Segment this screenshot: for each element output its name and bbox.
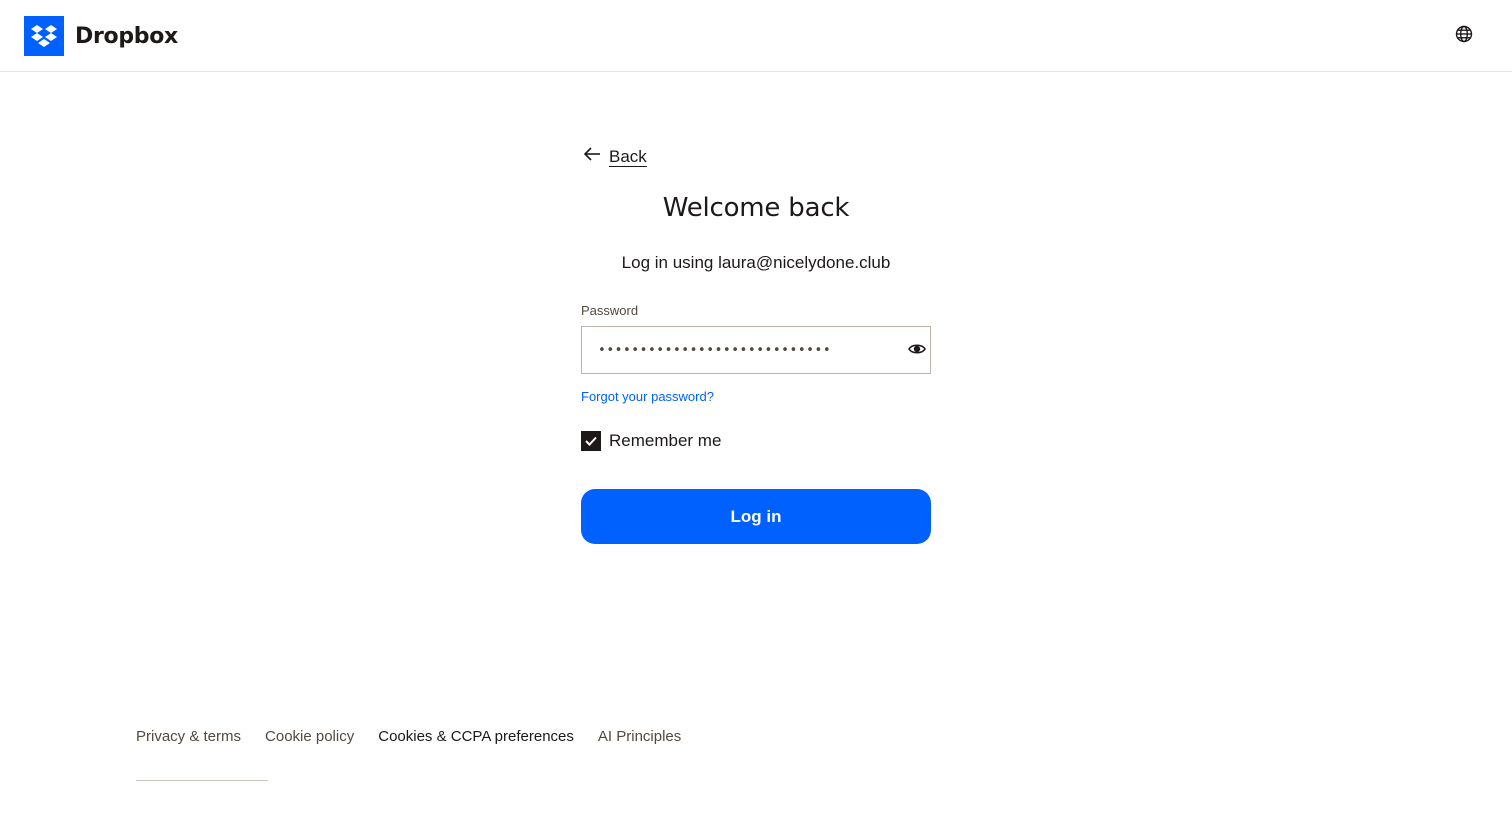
remember-me-checkbox[interactable] [581,431,601,451]
footer-link-cookies-ccpa[interactable]: Cookies & CCPA preferences [378,728,574,745]
footer-link-cookie-policy[interactable]: Cookie policy [265,728,354,745]
dropbox-logo-icon [24,16,64,56]
login-button[interactable]: Log in [581,489,931,544]
footer-link-privacy-terms[interactable]: Privacy & terms [136,728,241,745]
dropbox-logo-link[interactable]: Dropbox [24,16,178,56]
footer-links: Privacy & terms Cookie policy Cookies & … [136,728,681,745]
top-bar: Dropbox [0,0,1512,72]
show-password-button[interactable] [906,340,928,362]
footer-divider [136,780,268,781]
footer-link-ai-principles[interactable]: AI Principles [598,728,681,745]
page-title: Welcome back [662,193,850,223]
arrow-left-icon [583,146,601,167]
password-field-container: •••••••••••••••••••••••••••• [581,326,931,374]
eye-icon [908,342,926,361]
password-label: Password [581,303,639,318]
back-label: Back [609,146,647,166]
language-selector-button[interactable] [1452,24,1476,48]
brand-name: Dropbox [75,23,178,49]
globe-icon [1455,25,1473,48]
forgot-password-link[interactable]: Forgot your password? [581,389,714,404]
remember-me-option[interactable]: Remember me [581,431,721,451]
password-input[interactable]: •••••••••••••••••••••••••••• [598,327,898,373]
remember-me-label: Remember me [609,431,722,450]
login-subtitle: Log in using laura@nicelydone.club [621,253,891,272]
back-link[interactable]: Back [583,146,647,167]
